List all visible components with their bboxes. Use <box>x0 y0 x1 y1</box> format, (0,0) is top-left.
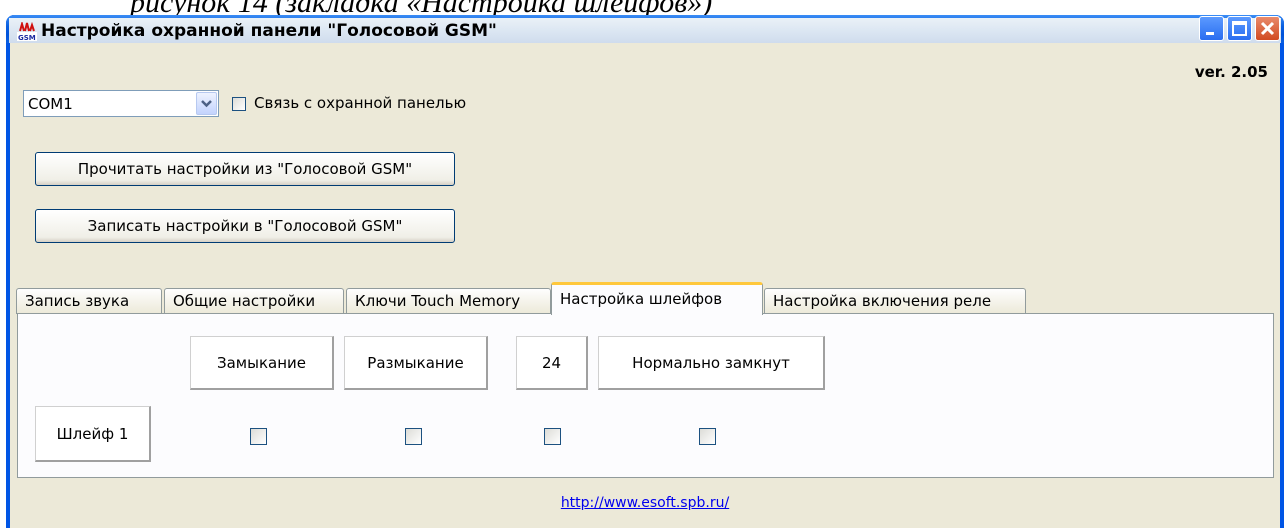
maximize-icon <box>1232 21 1247 36</box>
minimize-button[interactable] <box>1199 16 1224 41</box>
title-bar-face: GSM Настройка охранной панели "Голосовой… <box>9 18 1281 43</box>
client-area: ver. 2.05 COM1 Связь с охранной панелью … <box>10 43 1280 528</box>
com-port-select[interactable]: COM1 <box>23 90 219 117</box>
combo-dropdown-button[interactable] <box>196 92 217 115</box>
loop-row-label: Шлейф 1 <box>35 406 151 462</box>
header-short-circuit: Замыкание <box>190 336 334 390</box>
close-icon <box>1260 21 1275 36</box>
version-label: ver. 2.05 <box>1194 63 1268 81</box>
app-window: GSM Настройка охранной панели "Голосовой… <box>6 15 1284 528</box>
loop1-24-checkbox[interactable] <box>544 428 561 445</box>
svg-text:GSM: GSM <box>18 34 36 42</box>
header-24: 24 <box>516 336 588 390</box>
header-open-circuit: Размыкание <box>344 336 488 390</box>
maximize-button[interactable] <box>1227 16 1252 41</box>
com-port-value: COM1 <box>28 95 73 113</box>
tab-sound-recording[interactable]: Запись звука <box>16 288 162 314</box>
link-checkbox-label: Связь с охранной панелью <box>254 94 467 112</box>
chevron-down-icon <box>201 100 212 108</box>
website-link[interactable]: http://www.esoft.spb.ru/ <box>10 495 1280 511</box>
loop1-short-circuit-checkbox[interactable] <box>250 428 267 445</box>
app-gsm-icon: GSM <box>17 20 37 42</box>
read-settings-button[interactable]: Прочитать настройки из "Голосовой GSM" <box>35 152 455 186</box>
minimize-icon <box>1206 32 1214 35</box>
write-settings-button[interactable]: Записать настройки в "Голосовой GSM" <box>35 209 455 243</box>
tab-general-settings[interactable]: Общие настройки <box>164 288 344 314</box>
tab-relay-settings[interactable]: Настройка включения реле <box>764 288 1026 314</box>
tab-touch-memory-keys[interactable]: Ключи Touch Memory <box>346 288 551 314</box>
header-normally-closed: Нормально замкнут <box>598 336 825 390</box>
tab-loop-settings[interactable]: Настройка шлейфов <box>551 282 763 315</box>
loop1-normally-closed-checkbox[interactable] <box>699 428 716 445</box>
window-title: Настройка охранной панели "Голосовой GSM… <box>41 21 497 41</box>
link-checkbox[interactable] <box>232 97 246 111</box>
title-bar[interactable]: GSM Настройка охранной панели "Голосовой… <box>6 15 1284 43</box>
close-button[interactable] <box>1255 16 1280 41</box>
loop-settings-panel: Замыкание Размыкание 24 Нормально замкну… <box>17 313 1274 478</box>
loop1-open-circuit-checkbox[interactable] <box>405 428 422 445</box>
